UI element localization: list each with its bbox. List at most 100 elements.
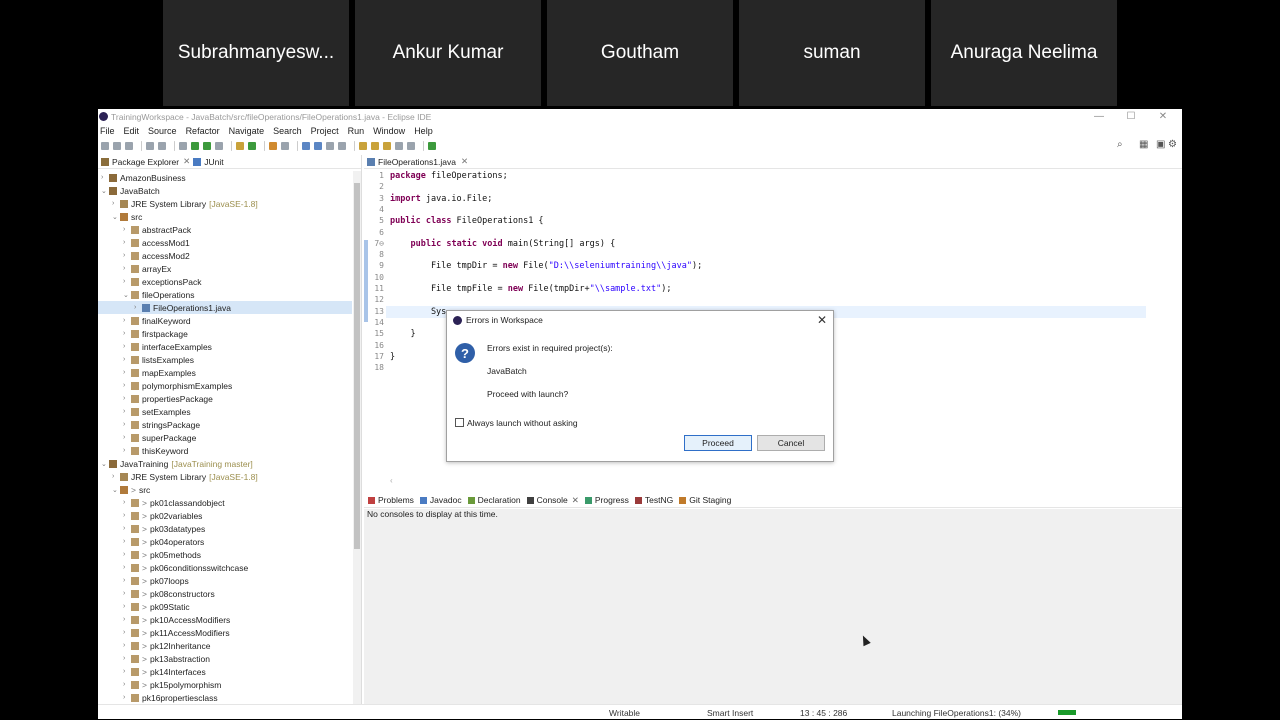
tree-item[interactable]: › > pk04operators xyxy=(98,535,352,548)
save-all-icon[interactable] xyxy=(125,141,133,150)
expand-arrow-icon[interactable]: ⌄ xyxy=(101,460,109,468)
tree-item[interactable]: › > pk07loops xyxy=(98,574,352,587)
tree-item[interactable]: › > pk13abstraction xyxy=(98,652,352,665)
coverage-icon[interactable] xyxy=(203,141,211,150)
proceed-button[interactable]: Proceed xyxy=(684,435,752,451)
tab-progress[interactable]: Progress xyxy=(584,495,629,505)
menu-search[interactable]: Search xyxy=(273,126,302,136)
expand-arrow-icon[interactable]: › xyxy=(123,330,131,337)
expand-arrow-icon[interactable]: › xyxy=(123,395,131,402)
expand-arrow-icon[interactable]: ⌄ xyxy=(112,486,120,494)
expand-arrow-icon[interactable]: › xyxy=(123,642,131,649)
tree-item[interactable]: › listsExamples xyxy=(98,353,352,366)
tree-item[interactable]: › polymorphismExamples xyxy=(98,379,352,392)
expand-arrow-icon[interactable]: ⌄ xyxy=(101,187,109,195)
expand-arrow-icon[interactable]: › xyxy=(123,577,131,584)
tree-item[interactable]: › firstpackage xyxy=(98,327,352,340)
editor-horizontal-scrollbar[interactable]: ‹ xyxy=(390,476,1150,485)
dialog-close-button[interactable]: ✕ xyxy=(817,313,827,327)
expand-arrow-icon[interactable]: › xyxy=(123,421,131,428)
expand-arrow-icon[interactable]: › xyxy=(123,447,131,454)
expand-arrow-icon[interactable]: › xyxy=(123,408,131,415)
tree-item[interactable]: › > pk08constructors xyxy=(98,587,352,600)
expand-arrow-icon[interactable]: › xyxy=(123,681,131,688)
participant-tile[interactable]: Ankur Kumar xyxy=(355,0,541,106)
menu-edit[interactable]: Edit xyxy=(124,126,140,136)
launch-task-status[interactable]: Launching FileOperations1: (34%) xyxy=(892,708,1021,718)
close-tab-icon[interactable]: ✕ xyxy=(183,156,190,167)
expand-arrow-icon[interactable]: › xyxy=(123,512,131,519)
toggle-highlight-icon[interactable] xyxy=(314,141,322,150)
expand-arrow-icon[interactable]: › xyxy=(123,551,131,558)
expand-arrow-icon[interactable]: › xyxy=(134,304,142,311)
expand-arrow-icon[interactable]: › xyxy=(123,590,131,597)
tree-item[interactable]: ⌄ src xyxy=(98,210,352,223)
tree-item[interactable]: › abstractPack xyxy=(98,223,352,236)
participant-tile[interactable]: Goutham xyxy=(547,0,733,106)
tree-item[interactable]: › mapExamples xyxy=(98,366,352,379)
expand-arrow-icon[interactable]: › xyxy=(123,629,131,636)
tree-item[interactable]: › > pk12Inheritance xyxy=(98,639,352,652)
tab-git-staging[interactable]: Git Staging xyxy=(679,495,731,505)
block-selection-icon[interactable] xyxy=(326,141,334,150)
tree-item[interactable]: › > pk06conditionsswitchcase xyxy=(98,561,352,574)
cancel-button[interactable]: Cancel xyxy=(757,435,825,451)
tree-item[interactable]: › JRE System Library [JavaSE-1.8] xyxy=(98,470,352,483)
menu-run[interactable]: Run xyxy=(348,126,365,136)
maximize-button[interactable]: ☐ xyxy=(1116,109,1146,124)
expand-arrow-icon[interactable]: › xyxy=(123,434,131,441)
expand-arrow-icon[interactable]: › xyxy=(123,278,131,285)
tree-item[interactable]: › > pk14Interfaces xyxy=(98,665,352,678)
participant-tile[interactable]: suman xyxy=(739,0,925,106)
tree-item[interactable]: › > pk05methods xyxy=(98,548,352,561)
always-launch-label[interactable]: Always launch without asking xyxy=(467,418,578,428)
debug-icon[interactable] xyxy=(179,141,187,150)
previous-annotation-icon[interactable] xyxy=(371,141,379,150)
debug-perspective-icon[interactable]: ⚙ xyxy=(1168,139,1177,150)
search-icon[interactable] xyxy=(281,141,289,150)
tree-item[interactable]: › > pk11AccessModifiers xyxy=(98,626,352,639)
tab-fileoperations1-java[interactable]: FileOperations1.java ✕ xyxy=(367,156,472,167)
tree-item[interactable]: › JRE System Library [JavaSE-1.8] xyxy=(98,197,352,210)
expand-arrow-icon[interactable]: › xyxy=(112,473,120,480)
tree-item[interactable]: › > pk03datatypes xyxy=(98,522,352,535)
tree-item[interactable]: › > pk15polymorphism xyxy=(98,678,352,691)
new-class-icon[interactable] xyxy=(248,141,256,150)
expand-arrow-icon[interactable]: › xyxy=(123,252,131,259)
expand-arrow-icon[interactable]: ⌄ xyxy=(112,213,120,221)
tree-item[interactable]: › accessMod1 xyxy=(98,236,352,249)
expand-arrow-icon[interactable]: › xyxy=(123,343,131,350)
menu-help[interactable]: Help xyxy=(414,126,433,136)
tree-item[interactable]: › superPackage xyxy=(98,431,352,444)
tab-javadoc[interactable]: Javadoc xyxy=(419,495,462,505)
menu-refactor[interactable]: Refactor xyxy=(186,126,220,136)
expand-arrow-icon[interactable]: › xyxy=(123,382,131,389)
expand-arrow-icon[interactable]: › xyxy=(123,265,131,272)
open-type-icon[interactable] xyxy=(269,141,277,150)
tree-item[interactable]: › thisKeyword xyxy=(98,444,352,457)
expand-arrow-icon[interactable]: › xyxy=(123,694,131,701)
tree-item[interactable]: › finalKeyword xyxy=(98,314,352,327)
search-toolbar-icon[interactable]: ⌕ xyxy=(1117,139,1123,150)
participant-tile[interactable]: Subrahmanyesw... xyxy=(163,0,349,106)
tab-junit[interactable]: JUnit xyxy=(193,157,224,167)
save-icon[interactable] xyxy=(113,141,121,150)
expand-arrow-icon[interactable]: › xyxy=(123,655,131,662)
expand-arrow-icon[interactable]: › xyxy=(123,356,131,363)
close-tab-icon[interactable]: ✕ xyxy=(572,495,579,506)
tab-testng[interactable]: TestNG xyxy=(634,495,673,505)
toggle-mark-occurrences-icon[interactable] xyxy=(302,141,310,150)
tree-item[interactable]: › > pk01classandobject xyxy=(98,496,352,509)
menu-window[interactable]: Window xyxy=(373,126,405,136)
tree-item[interactable]: ⌄ JavaTraining [JavaTraining master] xyxy=(98,457,352,470)
tree-item[interactable]: ⌄ fileOperations xyxy=(98,288,352,301)
menu-navigate[interactable]: Navigate xyxy=(229,126,265,136)
close-window-button[interactable]: ✕ xyxy=(1148,109,1178,124)
tab-problems[interactable]: Problems xyxy=(368,495,414,505)
menu-project[interactable]: Project xyxy=(311,126,339,136)
back-icon[interactable] xyxy=(395,141,403,150)
minimize-button[interactable]: — xyxy=(1084,109,1114,124)
pin-editor-icon[interactable] xyxy=(428,141,436,150)
tree-item[interactable]: ⌄ > src xyxy=(98,483,352,496)
menu-file[interactable]: File xyxy=(100,126,115,136)
